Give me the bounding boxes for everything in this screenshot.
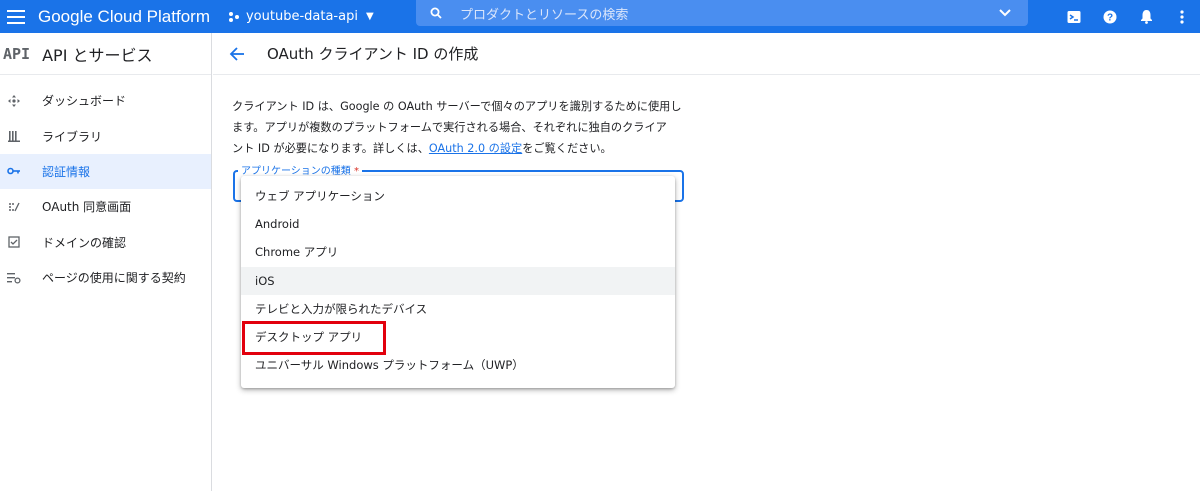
page-header: OAuth クライアント ID の作成 xyxy=(213,33,1200,75)
search-icon xyxy=(430,7,442,19)
sidebar: API API とサービス ダッシュボード ライブラリ 認証情報 OAuth 同… xyxy=(0,33,212,491)
sidebar-item-label: 認証情報 xyxy=(42,164,91,179)
sidebar-item-label: OAuth 同意画面 xyxy=(42,200,132,215)
description-text-part: をご覧ください。 xyxy=(522,142,612,155)
page-title: OAuth クライアント ID の作成 xyxy=(267,45,479,63)
search-input[interactable]: プロダクトとリソースの検索 xyxy=(460,4,628,23)
sidebar-title: API とサービス xyxy=(42,45,153,65)
sidebar-item-label: ダッシュボード xyxy=(42,94,127,109)
dashboard-icon xyxy=(7,94,21,108)
option-android[interactable]: Android xyxy=(241,210,675,238)
option-ios[interactable]: iOS xyxy=(241,266,675,295)
back-arrow-icon[interactable] xyxy=(227,44,247,64)
consent-icon xyxy=(7,200,21,214)
project-dots-icon xyxy=(228,11,240,23)
sidebar-item-credentials[interactable]: 認証情報 xyxy=(0,153,211,190)
oauth-settings-link[interactable]: OAuth 2.0 の設定 xyxy=(429,142,522,155)
search-bar[interactable]: プロダクトとリソースの検索 xyxy=(416,0,1028,26)
sidebar-item-domain-verification[interactable]: ドメインの確認 xyxy=(0,225,211,260)
description-line: クライアント ID は、Google の OAuth サーバーで個々のアプリを識… xyxy=(232,100,682,113)
sidebar-item-library[interactable]: ライブラリ xyxy=(0,118,211,153)
caret-down-icon: ▼ xyxy=(365,11,374,22)
sidebar-nav: ダッシュボード ライブラリ 認証情報 OAuth 同意画面 ドメインの確認 ペー… xyxy=(0,83,211,295)
sidebar-item-page-usage-agreements[interactable]: ページの使用に関する契約 xyxy=(0,260,211,295)
description-line: ます。アプリが複数のプラットフォームで実行される場合、それぞれに独自のクライア xyxy=(232,121,667,134)
option-chrome-app[interactable]: Chrome アプリ xyxy=(241,238,675,266)
description-text-part: ント ID が必要になります。詳しくは、 xyxy=(232,142,429,155)
menu-icon[interactable] xyxy=(0,0,32,33)
sidebar-item-label: ライブラリ xyxy=(42,129,103,144)
project-selector[interactable]: youtube-data-api ▼ xyxy=(228,9,374,24)
sidebar-item-dashboard[interactable]: ダッシュボード xyxy=(0,83,211,118)
svg-text:?: ? xyxy=(1107,12,1113,23)
application-type-label: アプリケーションの種類 * xyxy=(238,162,362,177)
sidebar-item-label: ドメインの確認 xyxy=(42,235,127,250)
cloud-shell-icon[interactable] xyxy=(1056,0,1092,33)
settings-list-icon xyxy=(7,271,21,285)
notifications-icon[interactable] xyxy=(1128,0,1164,33)
more-vert-icon[interactable] xyxy=(1164,0,1200,33)
chevron-down-icon[interactable] xyxy=(998,5,1012,24)
sidebar-header: API API とサービス xyxy=(0,33,211,75)
sidebar-item-oauth-consent[interactable]: OAuth 同意画面 xyxy=(0,189,211,224)
top-app-bar: Google Cloud Platform youtube-data-api ▼… xyxy=(0,0,1200,33)
option-uwp[interactable]: ユニバーサル Windows プラットフォーム（UWP） xyxy=(241,351,675,379)
api-logo: API xyxy=(3,44,31,63)
option-web-application[interactable]: ウェブ アプリケーション xyxy=(241,182,675,210)
key-icon xyxy=(7,164,21,178)
library-icon xyxy=(7,129,21,143)
checkbox-icon xyxy=(7,235,21,249)
brand-title[interactable]: Google Cloud Platform xyxy=(38,7,210,27)
help-icon[interactable]: ? xyxy=(1092,0,1128,33)
sidebar-item-label: ページの使用に関する契約 xyxy=(42,271,186,286)
option-tv-limited-input[interactable]: テレビと入力が限られたデバイス xyxy=(241,295,675,323)
description-text: クライアント ID は、Google の OAuth サーバーで個々のアプリを識… xyxy=(232,96,692,159)
application-type-dropdown: ウェブ アプリケーション Android Chrome アプリ iOS テレビと… xyxy=(241,176,675,388)
description-line: ント ID が必要になります。詳しくは、OAuth 2.0 の設定をご覧ください… xyxy=(232,138,692,159)
highlight-annotation-box xyxy=(242,321,386,355)
project-name: youtube-data-api xyxy=(245,9,358,24)
